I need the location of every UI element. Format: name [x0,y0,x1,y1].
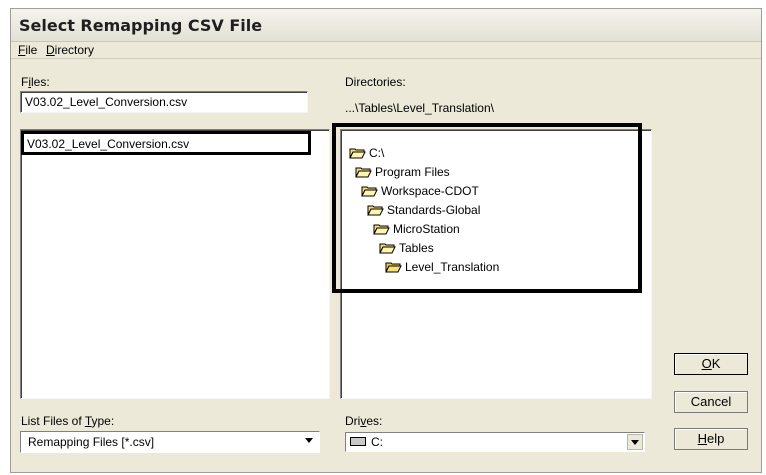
drive-icon [350,437,366,446]
dir-item-microstation[interactable]: MicroStation [373,222,460,240]
dir-item-workspace-cdot[interactable]: Workspace-CDOT [361,184,479,202]
menu-bar: File Directory [11,42,761,59]
dir-item-program-files[interactable]: Program Files [355,165,450,183]
help-button[interactable]: Help [674,428,748,450]
open-folder-icon [367,204,384,216]
drives-select[interactable]: C: [345,432,645,452]
files-label: Files: [21,75,50,89]
current-directory-path: ...\Tables\Level_Translation\ [345,101,494,115]
menu-file[interactable]: File [18,43,37,57]
directories-label: Directories: [345,75,406,89]
chevron-down-icon[interactable] [627,434,643,450]
open-folder-icon [373,223,390,235]
open-folder-icon [361,185,378,197]
drives-value: C: [371,435,383,449]
dir-item-c[interactable]: C:\ [349,146,384,164]
open-folder-icon [385,261,402,273]
file-type-select[interactable]: Remapping Files [*.csv] [20,431,320,453]
file-type-label: List Files of Type: [21,414,115,428]
filename-input-value: V03.02_Level_Conversion.csv [25,95,188,109]
open-folder-icon [355,166,372,178]
file-list[interactable]: V03.02_Level_Conversion.csv [20,129,330,399]
title-bar[interactable]: Select Remapping CSV File [11,9,761,42]
filename-input[interactable]: V03.02_Level_Conversion.csv [20,91,308,113]
dir-item-standards-global[interactable]: Standards-Global [367,203,480,221]
dir-item-level-translation[interactable]: Level_Translation [385,260,499,278]
menu-directory[interactable]: Directory [46,43,94,57]
cancel-button[interactable]: Cancel [674,391,748,413]
open-folder-icon [349,147,366,159]
file-list-item-label: V03.02_Level_Conversion.csv [27,137,190,151]
dir-item-tables[interactable]: Tables [379,241,434,259]
ok-button[interactable]: OK [674,353,748,375]
drives-label: Drives: [345,414,383,428]
open-folder-icon [379,242,396,254]
file-list-item[interactable]: V03.02_Level_Conversion.csv [21,131,311,155]
dialog-title: Select Remapping CSV File [19,16,263,35]
chevron-down-icon[interactable] [302,433,318,449]
file-type-value: Remapping Files [*.csv] [28,435,155,449]
